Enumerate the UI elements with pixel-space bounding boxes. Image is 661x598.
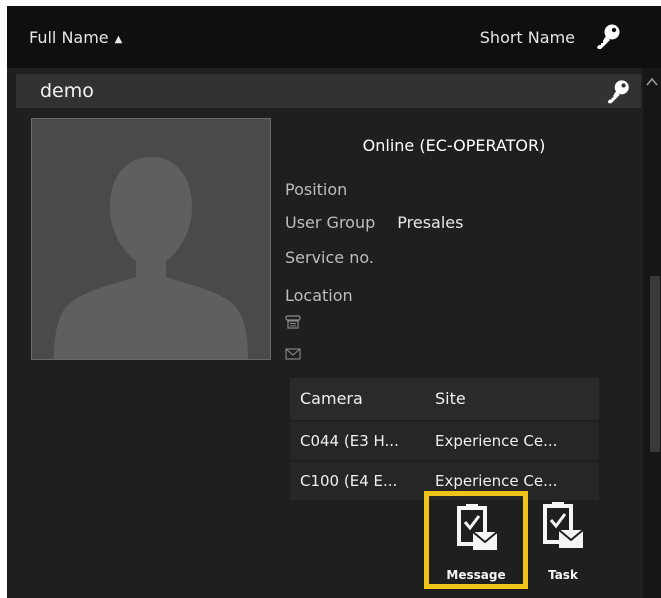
key-icon[interactable] (604, 78, 632, 106)
phone-icon[interactable] (285, 314, 301, 329)
list-header: Full Name ▲ Short Name (7, 6, 661, 68)
position-label: Position (285, 180, 348, 199)
site-cell: Experience Ce... (435, 432, 558, 450)
short-name-column-header[interactable]: Short Name (480, 28, 575, 48)
clipboard-mail-icon (457, 504, 498, 550)
task-button[interactable]: Task (535, 496, 591, 586)
user-group-label: User Group (285, 213, 376, 232)
user-list-window: Full Name ▲ Short Name demo Online (EC-O… (7, 6, 661, 598)
camera-table-header: Camera Site (290, 378, 599, 420)
service-number-label: Service no. (285, 248, 374, 267)
camera-column-header[interactable]: Camera (300, 378, 432, 420)
user-avatar (31, 118, 271, 360)
camera-table: Camera Site C044 (E3 H... Experience Ce.… (290, 378, 599, 500)
user-row-demo[interactable]: demo (16, 74, 641, 108)
site-column-header[interactable]: Site (435, 378, 599, 420)
full-name-header-label: Full Name (29, 28, 109, 47)
sort-ascending-icon: ▲ (114, 34, 123, 45)
vertical-scrollbar[interactable] (643, 68, 661, 598)
full-name-column-header[interactable]: Full Name ▲ (29, 28, 122, 51)
user-status: Online (EC-OPERATOR) (362, 136, 546, 155)
user-name: demo (40, 80, 94, 102)
location-label: Location (285, 286, 353, 305)
mail-icon[interactable] (285, 345, 301, 360)
message-button-label: Message (446, 568, 506, 582)
user-group-field: User Group Presales (285, 213, 463, 233)
camera-cell: C044 (E3 H... (300, 432, 399, 450)
scrollbar-thumb[interactable] (650, 276, 660, 452)
key-icon[interactable] (593, 22, 623, 52)
user-group-value: Presales (397, 213, 464, 232)
scroll-up-icon[interactable] (646, 72, 658, 86)
camera-cell: C100 (E4 E... (300, 472, 398, 490)
task-button-label: Task (548, 568, 578, 582)
clipboard-task-icon (543, 502, 584, 548)
table-row[interactable]: C044 (E3 H... Experience Ce... (290, 422, 599, 460)
message-button[interactable]: Message (424, 491, 528, 589)
